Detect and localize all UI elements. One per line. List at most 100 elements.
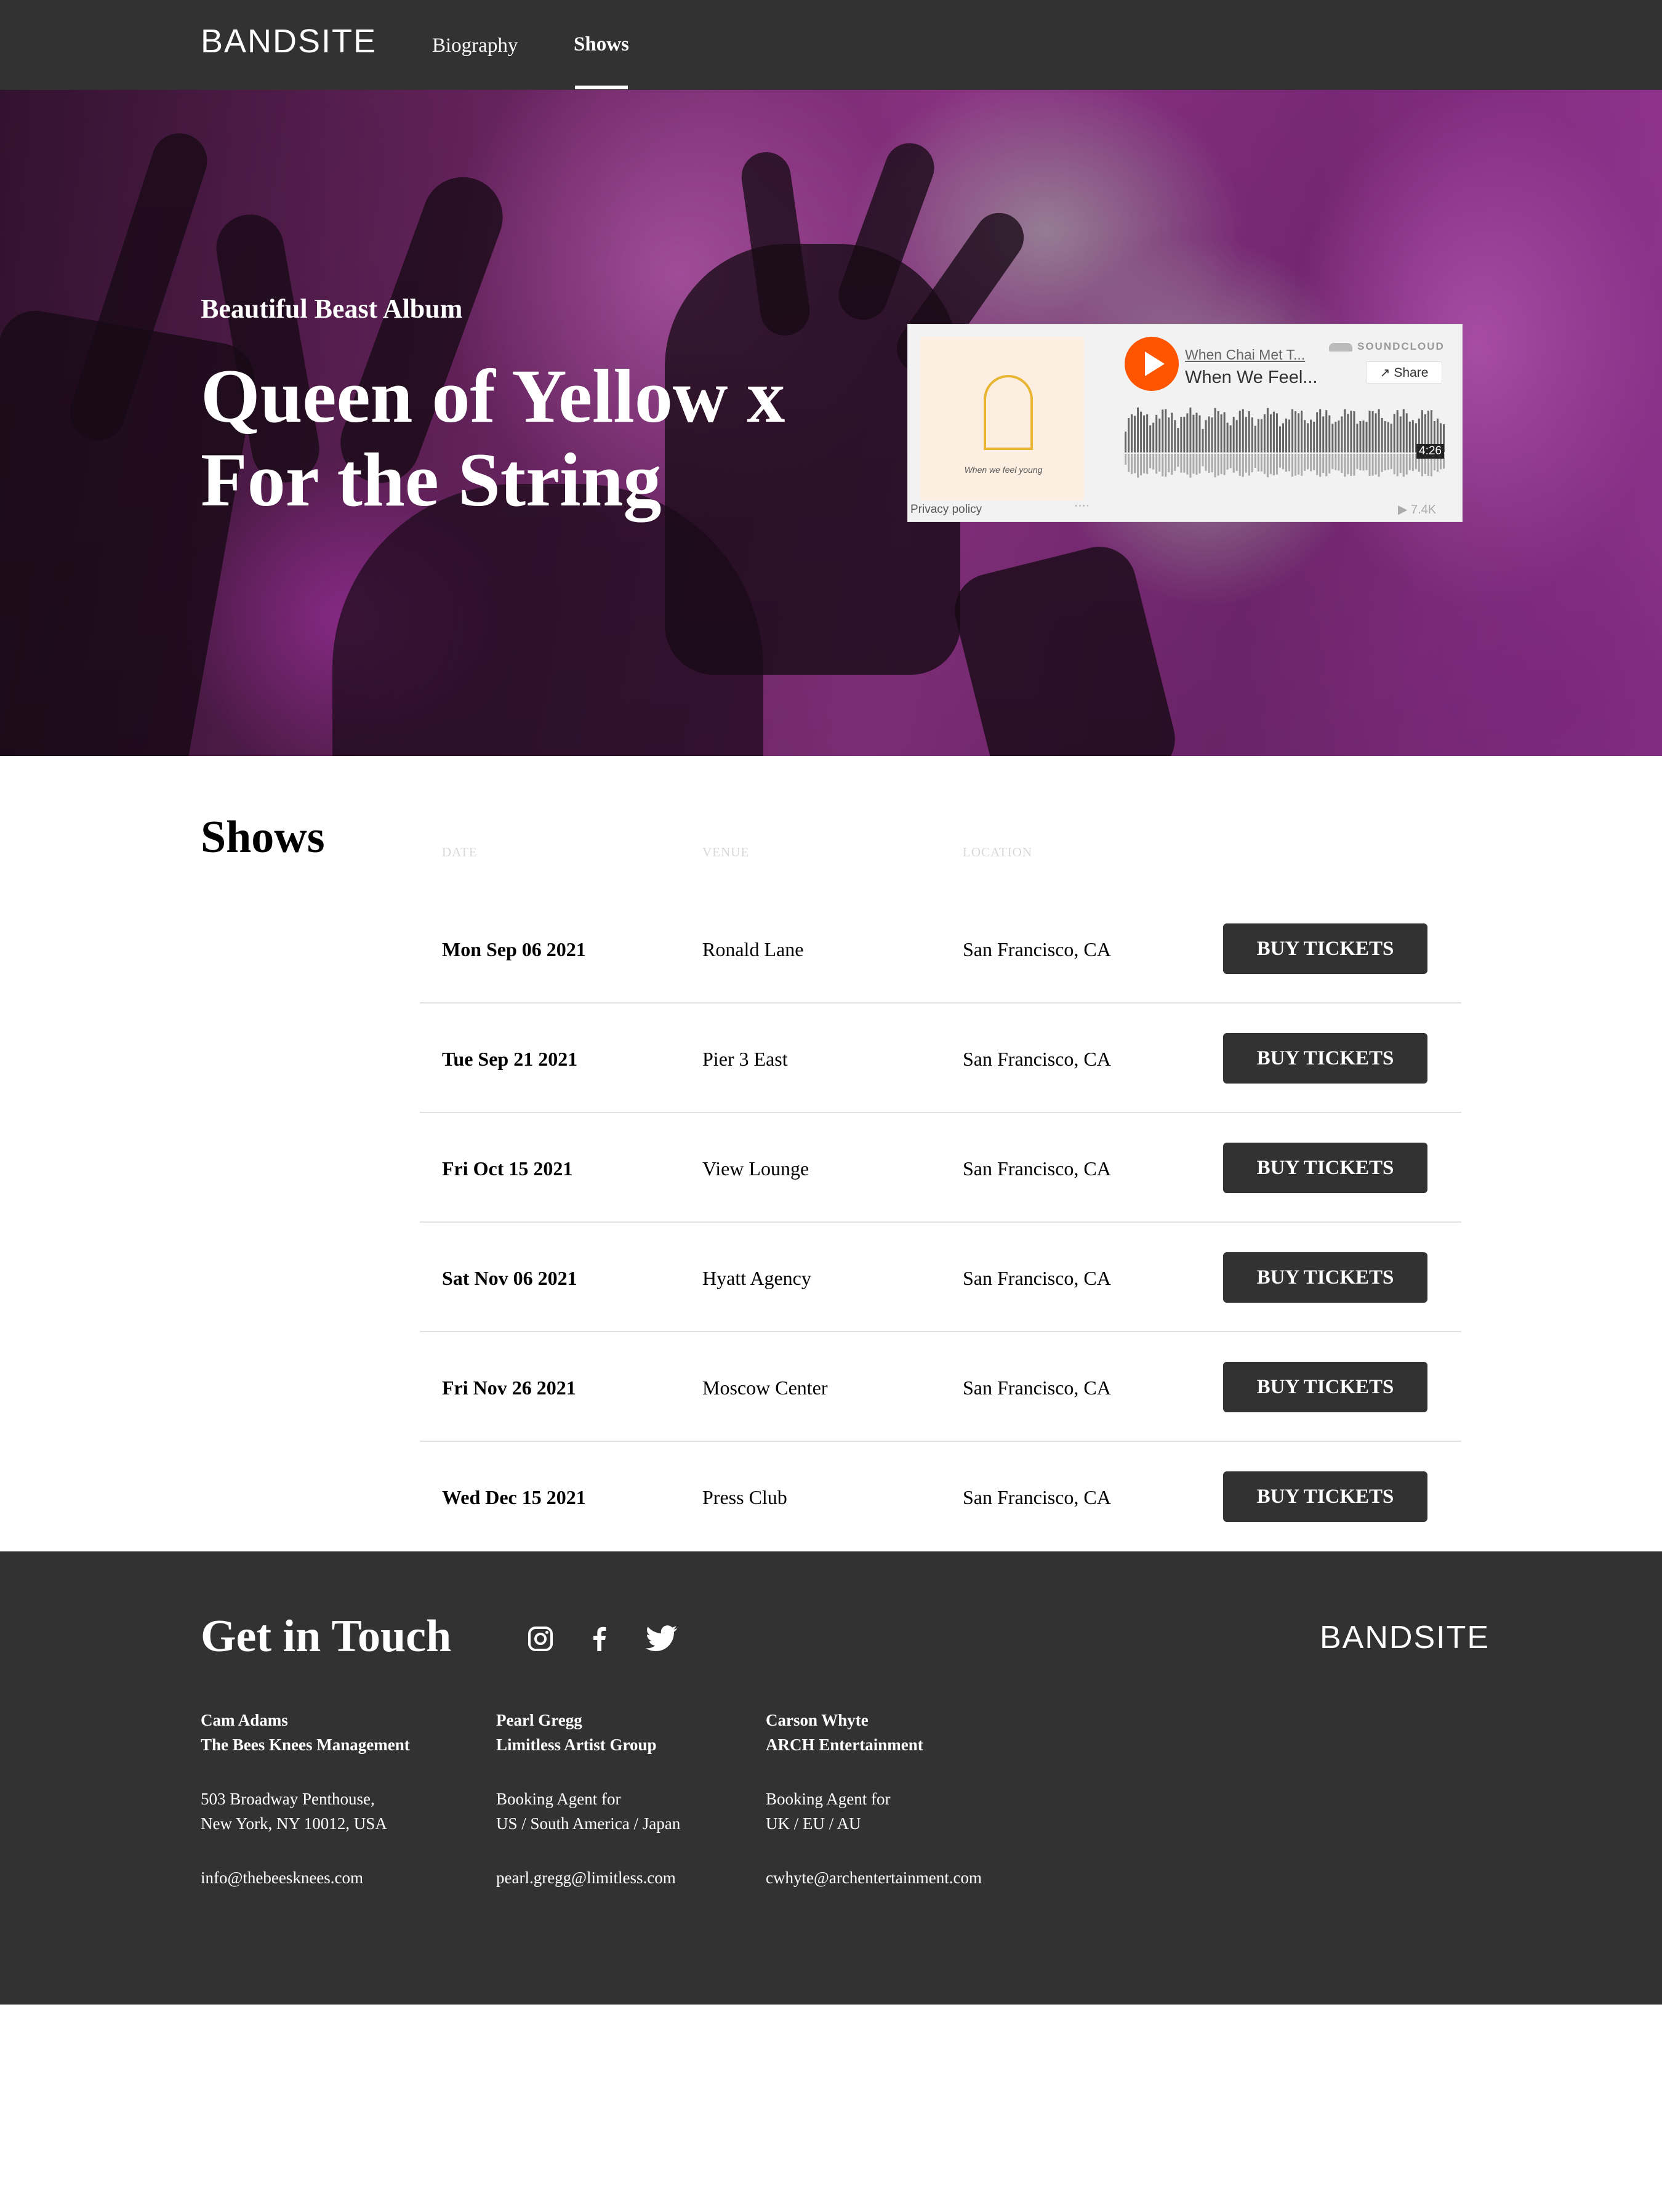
contact-card: Pearl Gregg Limitless Artist Group Booki…	[496, 1708, 680, 1890]
waveform-reflection	[1183, 454, 1186, 473]
waveform-reflection	[1279, 454, 1281, 468]
twitter-icon[interactable]	[645, 1624, 678, 1654]
waveform-reflection	[1375, 454, 1377, 475]
contact-email[interactable]: cwhyte@archentertainment.com	[766, 1865, 982, 1890]
waveform-bar	[1229, 425, 1232, 452]
privacy-policy-link[interactable]: Privacy policy	[910, 503, 982, 517]
waveform-reflection	[1242, 454, 1244, 477]
waveform-bar	[1378, 409, 1380, 452]
contact-detail: New York, NY 10012, USA	[201, 1814, 387, 1833]
contact-detail: US / South America / Japan	[496, 1814, 681, 1833]
share-button[interactable]: ↗ Share	[1366, 361, 1442, 384]
show-row: Fri Nov 26 2021 Moscow Center San Francisc…	[420, 1332, 1461, 1442]
track-artwork[interactable]: When we feel young	[920, 337, 1084, 501]
waveform-reflection	[1177, 454, 1179, 467]
contact-company: Limitless Artist Group	[496, 1735, 657, 1754]
buy-tickets-button[interactable]: BUY TICKETS	[1223, 1252, 1427, 1303]
buy-tickets-button[interactable]: BUY TICKETS	[1223, 923, 1427, 974]
more-options-icon[interactable]: ····	[1074, 499, 1090, 513]
waveform-reflection	[1301, 454, 1303, 476]
waveform-reflection	[1353, 454, 1355, 476]
waveform-bar	[1171, 412, 1173, 452]
track-artist[interactable]: When Chai Met T...	[1185, 347, 1305, 363]
show-date: Fri Nov 26 2021	[442, 1377, 576, 1399]
waveform[interactable]	[1125, 403, 1446, 487]
waveform-bar	[1254, 425, 1256, 452]
waveform-reflection	[1180, 454, 1182, 473]
contact-company: ARCH Entertainment	[766, 1735, 923, 1754]
waveform-reflection	[1393, 454, 1395, 475]
play-button[interactable]	[1125, 337, 1179, 391]
waveform-reflection	[1220, 454, 1222, 474]
buy-tickets-button[interactable]: BUY TICKETS	[1223, 1471, 1427, 1522]
waveform-reflection	[1325, 454, 1328, 477]
hero-title: Queen of Yellow x For the String	[201, 354, 785, 522]
waveform-reflection	[1152, 454, 1155, 470]
waveform-bar	[1149, 425, 1152, 452]
waveform-reflection	[1328, 454, 1331, 473]
buy-tickets-button[interactable]: BUY TICKETS	[1223, 1143, 1427, 1193]
waveform-bar	[1220, 414, 1222, 452]
waveform-bar	[1186, 413, 1189, 453]
nav-link-shows[interactable]: Shows	[574, 33, 629, 56]
waveform-reflection	[1313, 454, 1315, 470]
waveform-reflection	[1189, 454, 1192, 478]
waveform-reflection	[1344, 454, 1346, 477]
waveform-reflection	[1137, 454, 1139, 478]
waveform-reflection	[1356, 454, 1359, 469]
waveform-reflection	[1263, 454, 1266, 474]
waveform-reflection	[1275, 454, 1278, 475]
waveform-bar	[1192, 414, 1195, 452]
contact-email[interactable]: info@thebeesknees.com	[201, 1865, 410, 1890]
buy-tickets-button[interactable]: BUY TICKETS	[1223, 1362, 1427, 1412]
play-count: ▶ 7.4K	[1398, 502, 1436, 517]
track-duration: 4:26	[1416, 444, 1444, 459]
share-icon: ↗	[1379, 366, 1391, 380]
waveform-bar	[1275, 413, 1278, 453]
waveform-reflection	[1146, 454, 1149, 474]
artwork-arch-base	[984, 448, 1033, 450]
waveform-bar	[1208, 416, 1210, 452]
waveform-bar	[1291, 409, 1294, 452]
contact-name: Carson Whyte	[766, 1711, 869, 1729]
contact-card: Carson Whyte ARCH Entertainment Booking …	[766, 1708, 982, 1890]
waveform-reflection	[1319, 454, 1322, 477]
site-logo[interactable]: BANDSITE	[201, 22, 377, 60]
waveform-bar	[1307, 423, 1309, 452]
waveform-reflection	[1288, 454, 1291, 472]
instagram-icon[interactable]	[526, 1624, 555, 1654]
contact-email[interactable]: pearl.gregg@limitless.com	[496, 1865, 680, 1890]
waveform-bar	[1368, 411, 1371, 452]
track-title[interactable]: When We Feel...	[1185, 368, 1317, 388]
waveform-bar	[1137, 407, 1139, 452]
waveform-reflection	[1128, 454, 1130, 472]
waveform-bar	[1266, 408, 1269, 453]
soundcloud-logo[interactable]: SOUNDCLOUD	[1329, 340, 1445, 353]
active-nav-indicator	[575, 86, 628, 89]
waveform-bar	[1393, 414, 1395, 452]
waveform-reflection	[1390, 454, 1392, 469]
buy-tickets-button[interactable]: BUY TICKETS	[1223, 1033, 1427, 1084]
soundcloud-player: When we feel young When Chai Met T... Wh…	[907, 324, 1463, 522]
soundcloud-icon	[1329, 342, 1352, 352]
footer-logo[interactable]: BANDSITE	[1320, 1619, 1490, 1656]
facebook-icon[interactable]	[585, 1624, 614, 1654]
show-row: Sat Nov 06 2021 Hyatt Agency San Francisco…	[420, 1223, 1461, 1332]
waveform-bar	[1238, 411, 1241, 452]
waveform-bar	[1217, 411, 1219, 452]
waveform-bar	[1198, 415, 1201, 452]
waveform-bar	[1319, 409, 1322, 452]
show-row: Wed Dec 15 2021 Press Club San Francisco, …	[420, 1442, 1461, 1551]
waveform-bar	[1152, 422, 1155, 452]
waveform-reflection	[1158, 454, 1161, 472]
waveform-bar	[1344, 409, 1346, 452]
waveform-reflection	[1322, 454, 1325, 473]
waveform-bar	[1223, 412, 1226, 452]
nav-link-biography[interactable]: Biography	[432, 34, 518, 57]
waveform-reflection	[1238, 454, 1241, 476]
waveform-reflection	[1266, 454, 1269, 478]
waveform-reflection	[1165, 454, 1167, 477]
waveform-bar	[1214, 408, 1216, 453]
waveform-bar	[1128, 417, 1130, 452]
contact-card: Cam Adams The Bees Knees Management 503 …	[201, 1708, 410, 1890]
